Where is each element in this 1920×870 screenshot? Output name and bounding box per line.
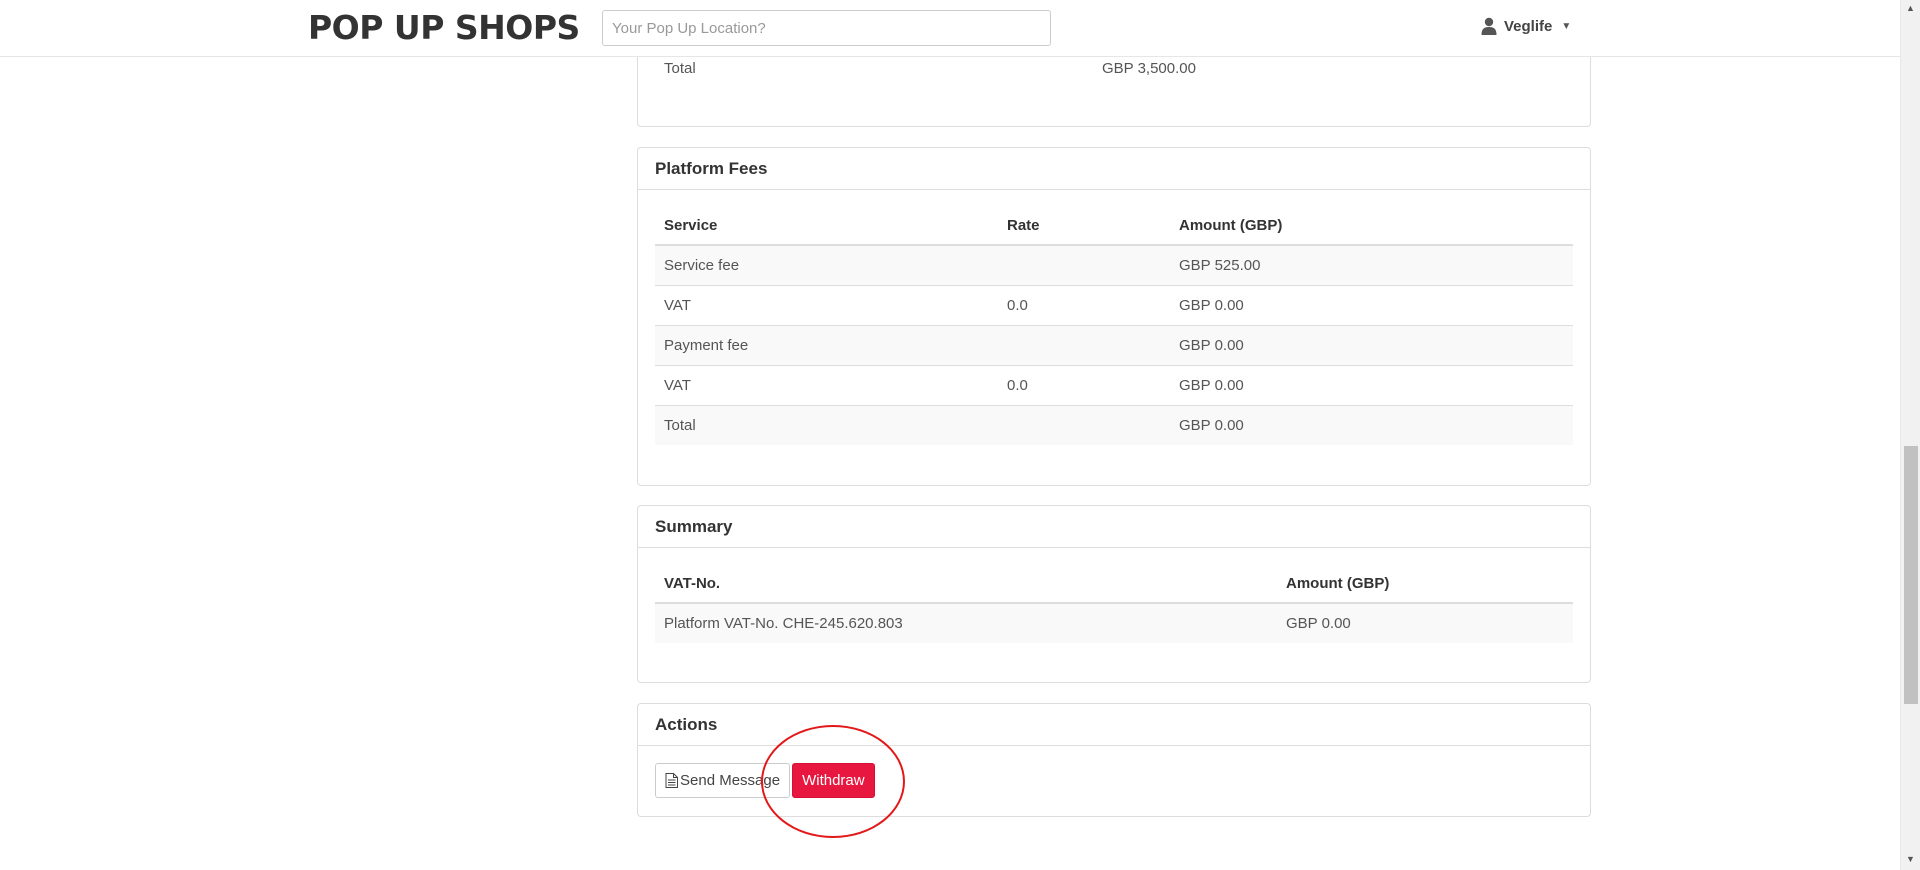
column-header-rate: Rate bbox=[998, 207, 1170, 246]
summary-title: Summary bbox=[638, 506, 1590, 548]
service-cell: Service fee bbox=[655, 245, 998, 285]
scroll-down-arrow-icon[interactable]: ▼ bbox=[1906, 854, 1915, 864]
rate-cell: 0.0 bbox=[998, 284, 1170, 325]
platform-fees-table: Service Rate Amount (GBP) Service fee GB… bbox=[655, 207, 1573, 445]
summary-table: VAT-No. Amount (GBP) Platform VAT-No. CH… bbox=[655, 565, 1573, 643]
service-cell: VAT bbox=[655, 284, 998, 325]
table-header-row: VAT-No. Amount (GBP) bbox=[655, 565, 1573, 604]
amount-cell: GBP 0.00 bbox=[1170, 324, 1573, 365]
amount-cell: GBP 0.00 bbox=[1170, 284, 1573, 325]
service-cell: Total bbox=[655, 404, 998, 445]
table-header-row: Service Rate Amount (GBP) bbox=[655, 207, 1573, 246]
table-row: VAT 0.0 GBP 0.00 bbox=[655, 364, 1573, 405]
rate-cell bbox=[998, 324, 1170, 365]
total-value: GBP 3,500.00 bbox=[1102, 60, 1196, 77]
summary-panel: Summary VAT-No. Amount (GBP) Platform VA… bbox=[637, 505, 1591, 683]
table-row: Payment fee GBP 0.00 bbox=[655, 324, 1573, 365]
column-header-vat-no: VAT-No. bbox=[655, 565, 1277, 604]
withdraw-label: Withdraw bbox=[802, 772, 865, 789]
amount-cell: GBP 0.00 bbox=[1170, 404, 1573, 445]
table-row: Service fee GBP 525.00 bbox=[655, 245, 1573, 285]
send-message-button[interactable]: Send Message bbox=[655, 763, 791, 798]
amount-cell: GBP 525.00 bbox=[1170, 245, 1573, 285]
service-cell: VAT bbox=[655, 364, 998, 405]
user-name: Veglife bbox=[1504, 17, 1553, 35]
platform-fees-panel: Platform Fees Service Rate Amount (GBP) … bbox=[637, 147, 1591, 486]
location-search-input[interactable] bbox=[602, 10, 1051, 46]
chevron-down-icon: ▼ bbox=[1561, 20, 1572, 32]
rate-cell bbox=[998, 404, 1170, 445]
table-row: VAT 0.0 GBP 0.00 bbox=[655, 284, 1573, 325]
column-header-service: Service bbox=[655, 207, 998, 246]
platform-fees-title: Platform Fees bbox=[638, 148, 1590, 190]
withdraw-button[interactable]: Withdraw bbox=[792, 763, 875, 798]
vat-no-cell: Platform VAT-No. CHE-245.620.803 bbox=[655, 603, 1277, 643]
top-navbar: POP UP SHOPS Veglife ▼ bbox=[0, 0, 1900, 57]
send-message-label: Send Message bbox=[680, 772, 781, 789]
user-menu[interactable]: Veglife ▼ bbox=[1481, 17, 1571, 35]
amount-cell: GBP 0.00 bbox=[1277, 603, 1573, 643]
table-row: Platform VAT-No. CHE-245.620.803 GBP 0.0… bbox=[655, 603, 1573, 643]
column-header-amount: Amount (GBP) bbox=[1277, 565, 1573, 604]
service-cell: Payment fee bbox=[655, 324, 998, 365]
scroll-up-arrow-icon[interactable]: ▲ bbox=[1906, 3, 1915, 13]
rate-cell bbox=[998, 245, 1170, 285]
actions-panel: Actions Send Message Withdraw bbox=[637, 703, 1591, 817]
table-row: Total GBP 0.00 bbox=[655, 404, 1573, 445]
column-header-amount: Amount (GBP) bbox=[1170, 207, 1573, 246]
rate-cell: 0.0 bbox=[998, 364, 1170, 405]
total-label: Total bbox=[664, 60, 696, 77]
site-logo[interactable]: POP UP SHOPS bbox=[308, 8, 580, 47]
vertical-scrollbar[interactable]: ▲ ▼ bbox=[1900, 0, 1920, 870]
user-icon bbox=[1481, 17, 1497, 35]
scrollbar-thumb[interactable] bbox=[1904, 446, 1918, 704]
actions-title: Actions bbox=[638, 704, 1590, 746]
document-icon bbox=[665, 773, 678, 788]
amount-cell: GBP 0.00 bbox=[1170, 364, 1573, 405]
